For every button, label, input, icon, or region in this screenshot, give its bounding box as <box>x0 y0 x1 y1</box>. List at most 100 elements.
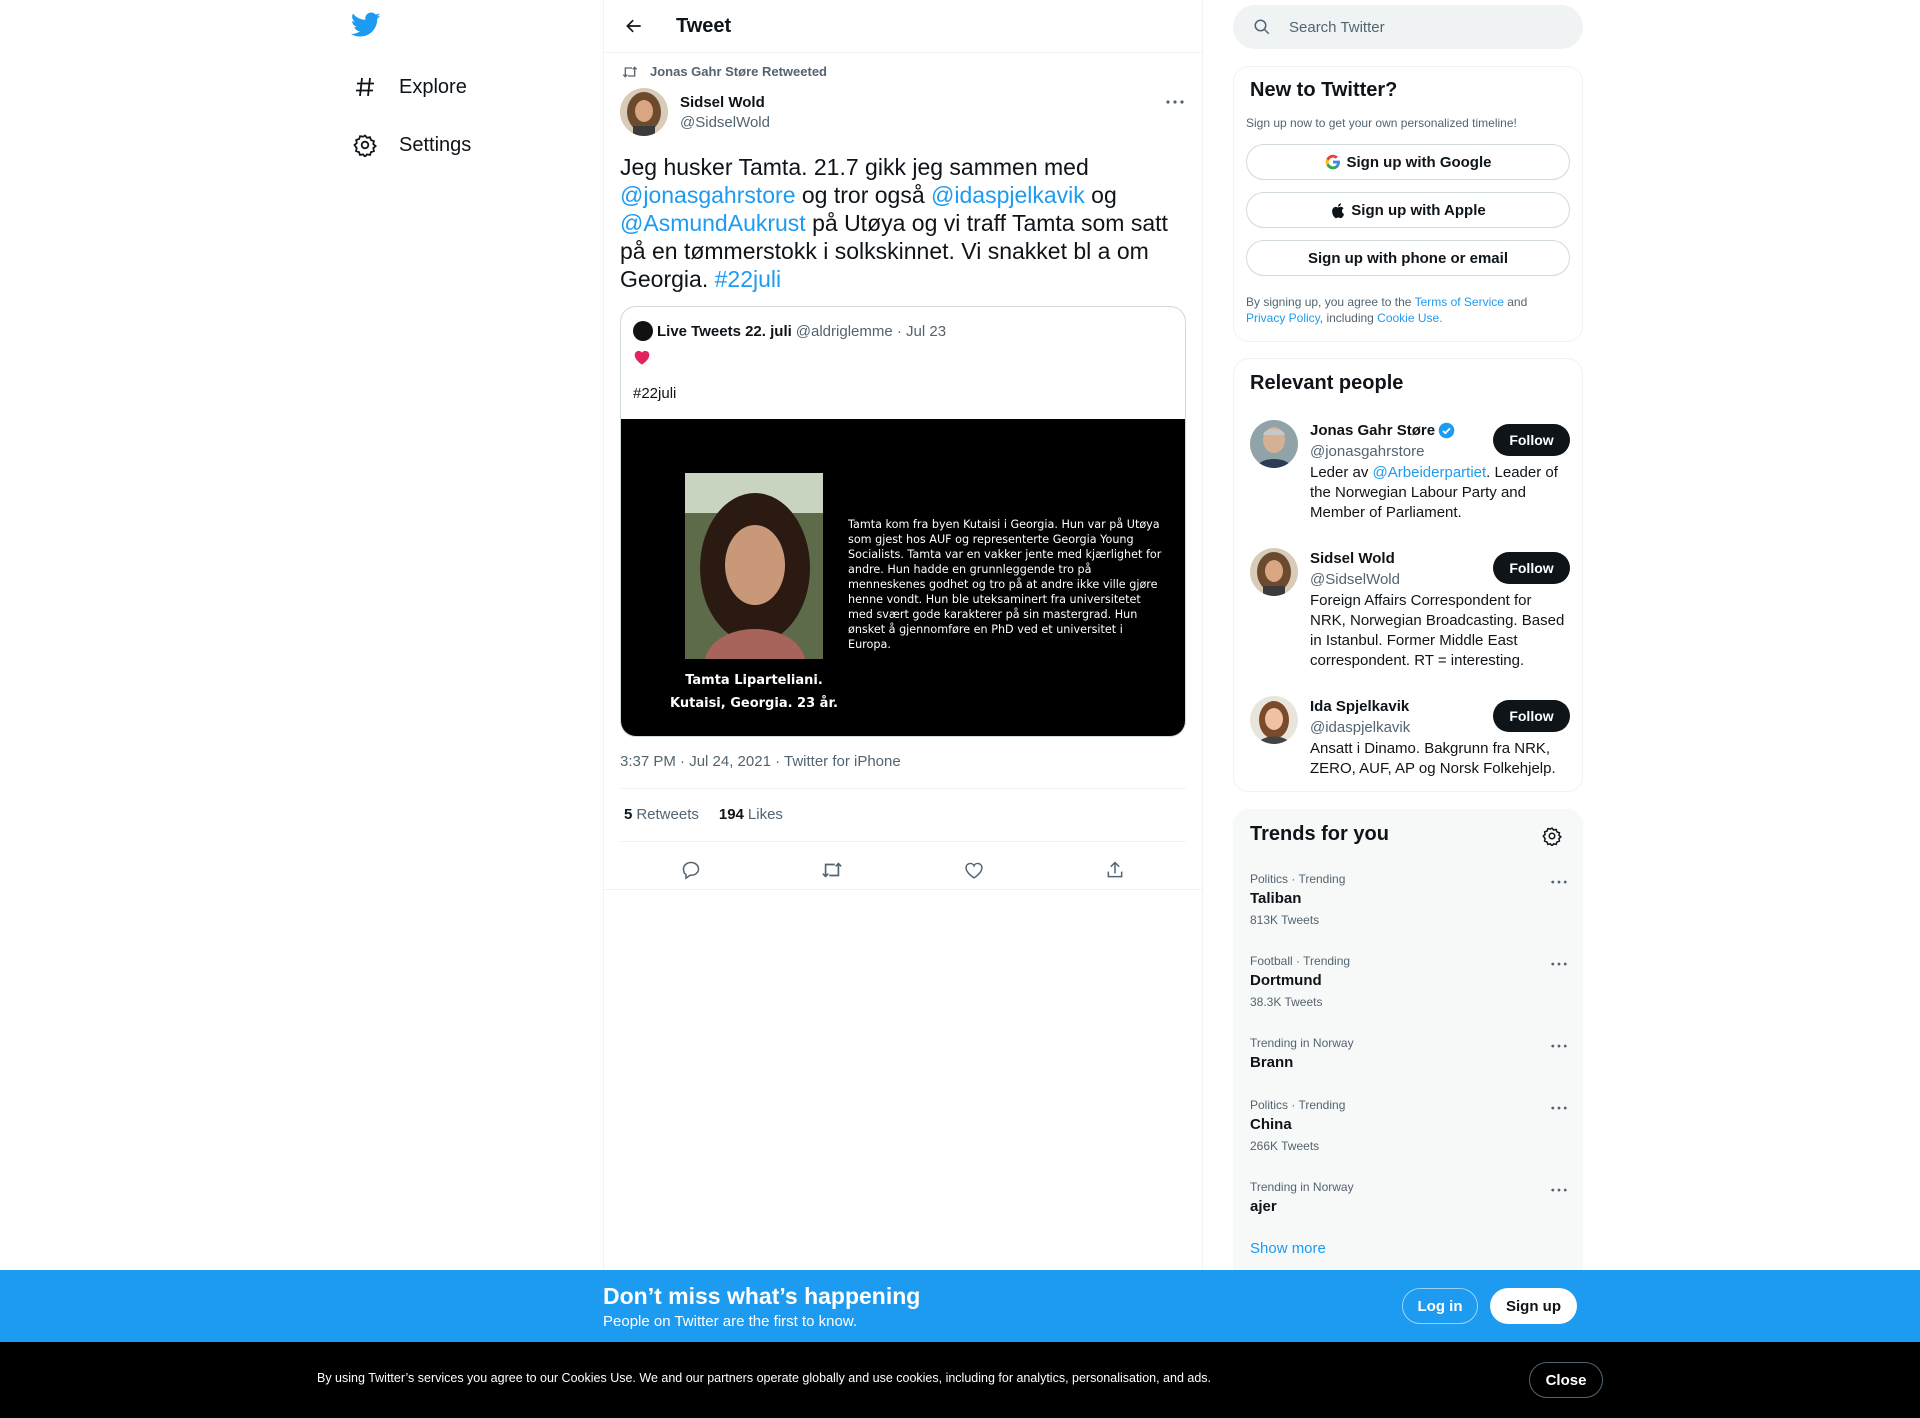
tweet-text: Jeg husker Tamta. 21.7 gikk jeg sammen m… <box>620 153 1190 293</box>
search-input[interactable]: Search Twitter <box>1289 19 1385 36</box>
person-handle[interactable]: @idaspjelkavik <box>1310 719 1410 736</box>
quoted-hashtag: #22juli <box>633 385 677 402</box>
cookie-use-link[interactable]: Cookie Use. <box>1377 311 1442 325</box>
quoted-tweet-header: Live Tweets 22. juli @aldriglemme · Jul … <box>633 321 946 341</box>
more-options-icon[interactable] <box>1548 1100 1570 1116</box>
retweets-label[interactable]: Retweets <box>636 806 699 823</box>
search-icon <box>1254 19 1270 35</box>
signup-google-button[interactable]: Sign up with Google <box>1246 144 1570 180</box>
terms-of-service-link[interactable]: Terms of Service <box>1415 295 1504 309</box>
retweeted-by[interactable]: Jonas Gahr Støre Retweeted <box>620 64 827 79</box>
retweet-icon[interactable] <box>815 853 849 887</box>
avatar[interactable] <box>1250 548 1298 596</box>
gear-icon <box>345 130 385 160</box>
more-options-icon[interactable] <box>1548 1038 1570 1054</box>
more-options-icon[interactable] <box>1548 874 1570 890</box>
share-icon[interactable] <box>1098 853 1132 887</box>
trend-category: Politics · Trending <box>1250 1098 1346 1112</box>
nav-settings-label: Settings <box>399 133 472 156</box>
show-more-link[interactable]: Show more <box>1250 1240 1326 1257</box>
avatar[interactable] <box>1250 696 1298 744</box>
retweets-count[interactable]: 5 <box>624 806 632 823</box>
signup-google-label: Sign up with Google <box>1346 153 1492 171</box>
person-name[interactable]: Sidsel Wold <box>1310 550 1395 567</box>
likes-count[interactable]: 194 <box>719 806 744 823</box>
person-name-label: Jonas Gahr Støre <box>1310 422 1436 439</box>
person-item[interactable]: Sidsel Wold @SidselWold Foreign Affairs … <box>1250 548 1570 674</box>
page-title: Tweet <box>676 14 732 37</box>
signup-button[interactable]: Sign up <box>1490 1288 1577 1324</box>
login-button[interactable]: Log in <box>1402 1288 1478 1324</box>
more-options-icon[interactable] <box>1548 956 1570 972</box>
trend-item[interactable]: Trending in Norway ajer <box>1250 1180 1570 1215</box>
reply-icon[interactable] <box>674 853 708 887</box>
mention-link[interactable]: @idaspjelkavik <box>931 182 1085 208</box>
follow-button[interactable]: Follow <box>1493 552 1570 584</box>
nav-settings[interactable]: Settings <box>345 120 471 170</box>
trend-count: 38.3K Tweets <box>1250 995 1323 1009</box>
nav-explore[interactable]: Explore <box>345 62 467 112</box>
like-icon[interactable] <box>957 853 991 887</box>
bio-mention-link[interactable]: @Arbeiderpartiet <box>1373 464 1487 481</box>
page-header: Tweet <box>604 0 1202 53</box>
avatar[interactable] <box>620 88 668 136</box>
signup-apple-button[interactable]: Sign up with Apple <box>1246 192 1570 228</box>
quoted-tweet[interactable]: Live Tweets 22. juli @aldriglemme · Jul … <box>620 306 1186 737</box>
more-options-icon[interactable] <box>1548 1182 1570 1198</box>
signup-banner-subtitle: People on Twitter are the first to know. <box>603 1313 858 1330</box>
cookie-text: By using Twitter’s services you agree to… <box>317 1371 1212 1385</box>
quoted-image[interactable]: Tamta Liparteliani. Kutaisi, Georgia. 23… <box>621 419 1185 736</box>
privacy-policy-link[interactable]: Privacy Policy <box>1246 311 1320 325</box>
trend-item[interactable]: Football · Trending Dortmund 38.3K Tweet… <box>1250 954 1570 1009</box>
search-bar[interactable]: Search Twitter <box>1233 5 1583 49</box>
quoted-author-name: Live Tweets 22. juli <box>657 322 792 340</box>
mention-link[interactable]: @jonasgahrstore <box>620 182 796 208</box>
signup-apple-label: Sign up with Apple <box>1351 201 1486 219</box>
author-name[interactable]: Sidsel Wold <box>680 94 770 111</box>
avatar[interactable] <box>1250 420 1298 468</box>
close-button[interactable]: Close <box>1529 1362 1603 1398</box>
new-to-twitter-title: New to Twitter? <box>1250 79 1398 101</box>
image-bio-text: Tamta kom fra byen Kutaisi i Georgia. Hu… <box>848 518 1162 651</box>
divider <box>604 889 1202 890</box>
trend-name: Brann <box>1250 1054 1294 1071</box>
trend-item[interactable]: Politics · Trending Taliban 813K Tweets <box>1250 872 1570 927</box>
trend-item[interactable]: Politics · Trending China 266K Tweets <box>1250 1098 1570 1153</box>
author-handle[interactable]: @SidselWold <box>680 114 770 131</box>
twitter-logo-icon[interactable] <box>350 12 391 42</box>
trends-settings-gear-icon[interactable] <box>1542 826 1562 851</box>
signup-terms: By signing up, you agree to the Terms of… <box>1234 294 1582 326</box>
tweet-timestamp[interactable]: 3:37 PM · Jul 24, 2021 · Twitter for iPh… <box>620 753 901 770</box>
trend-name: Taliban <box>1250 890 1302 907</box>
new-to-twitter-card: New to Twitter? Sign up now to get your … <box>1233 66 1583 342</box>
nav-explore-label: Explore <box>399 75 467 98</box>
person-name[interactable]: Ida Spjelkavik <box>1310 698 1409 715</box>
google-icon <box>1325 154 1340 170</box>
back-arrow-icon[interactable] <box>614 6 654 46</box>
mention-link[interactable]: @AsmundAukrust <box>620 210 806 236</box>
person-name[interactable]: Jonas Gahr Støre <box>1310 422 1455 439</box>
relevant-people-card: Relevant people Jonas Gahr Støre @jonasg… <box>1233 358 1583 792</box>
tweet-text-part: Jeg husker Tamta. 21.7 gikk jeg sammen m… <box>620 154 1089 180</box>
trend-name: ajer <box>1250 1198 1277 1215</box>
trend-category: Politics · Trending <box>1250 872 1346 886</box>
person-bio-text: Leder av <box>1310 464 1373 481</box>
trends-title: Trends for you <box>1250 823 1389 845</box>
hashtag-link[interactable]: #22juli <box>715 266 782 292</box>
follow-button[interactable]: Follow <box>1493 700 1570 732</box>
person-handle[interactable]: @jonasgahrstore <box>1310 443 1424 460</box>
person-item[interactable]: Jonas Gahr Støre @jonasgahrstore Leder a… <box>1250 420 1570 530</box>
tweet-actions <box>620 850 1186 890</box>
image-caption-place: Kutaisi, Georgia. 23 år. <box>670 696 838 711</box>
tweet-text-part: og <box>1084 182 1117 208</box>
follow-button[interactable]: Follow <box>1493 424 1570 456</box>
likes-label[interactable]: Likes <box>748 806 783 823</box>
trend-category: Trending in Norway <box>1250 1180 1354 1194</box>
person-handle[interactable]: @SidselWold <box>1310 571 1400 588</box>
more-options-icon[interactable] <box>1160 92 1190 112</box>
divider <box>620 841 1186 842</box>
signup-phone-email-button[interactable]: Sign up with phone or email <box>1246 240 1570 276</box>
person-item[interactable]: Ida Spjelkavik @idaspjelkavik Ansatt i D… <box>1250 696 1570 786</box>
trend-item[interactable]: Trending in Norway Brann <box>1250 1036 1570 1071</box>
relevant-people-title: Relevant people <box>1250 372 1404 394</box>
